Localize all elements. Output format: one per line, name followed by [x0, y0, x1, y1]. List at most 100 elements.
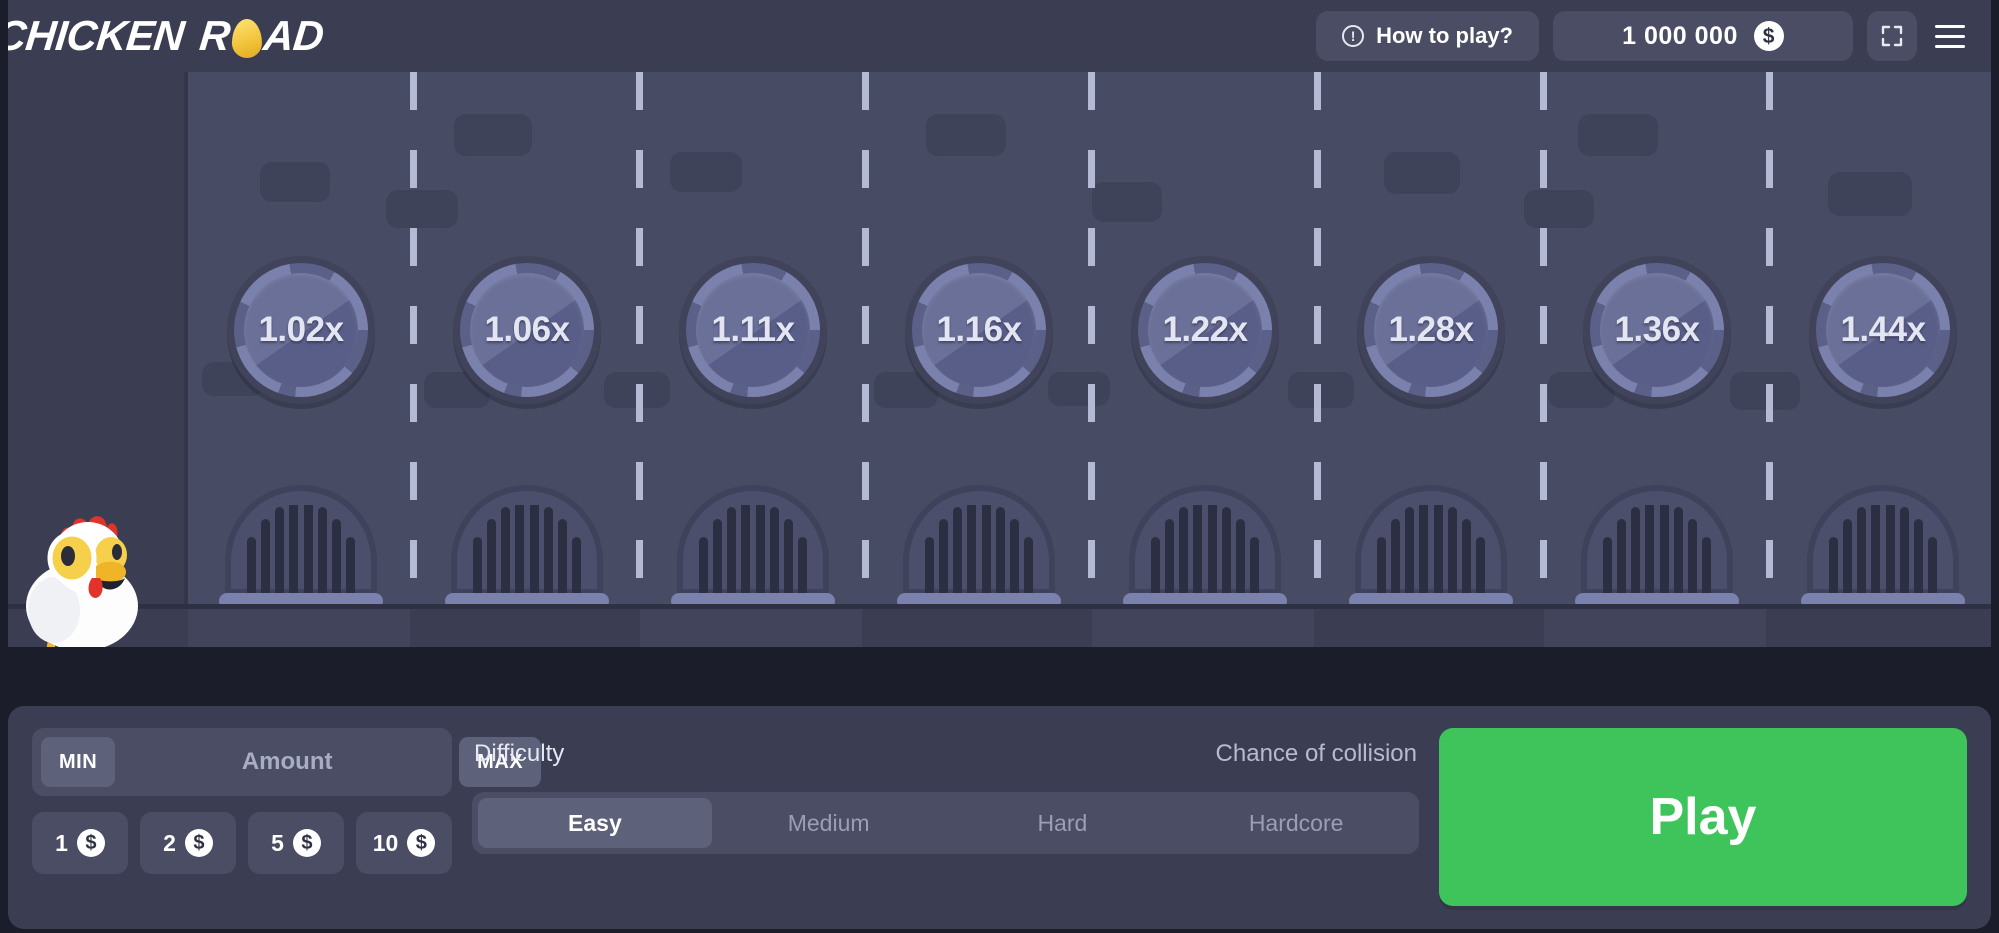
play-button[interactable]: Play [1439, 728, 1967, 906]
road-patch [670, 152, 742, 192]
page-edge-left [0, 0, 8, 933]
balance-display[interactable]: 1 000 000 $ [1553, 11, 1853, 61]
road-lane[interactable]: 1.22x [1048, 72, 1318, 647]
gate-bar [981, 505, 991, 595]
multiplier-token[interactable]: 1.44x [1809, 256, 1957, 404]
multiplier-token[interactable]: 1.06x [453, 256, 601, 404]
difficulty-option-easy[interactable]: Easy [478, 798, 712, 848]
gate-bar [1461, 519, 1471, 595]
gate-bar [1659, 505, 1669, 595]
multiplier-token[interactable]: 1.02x [227, 256, 375, 404]
road-patch [1524, 190, 1594, 228]
gate-bar [1913, 519, 1923, 595]
quick-bet-button[interactable]: 10 $ [356, 812, 452, 874]
gate-bars [1603, 505, 1711, 595]
multiplier-token[interactable]: 1.22x [1131, 256, 1279, 404]
gate-bars [1829, 505, 1937, 595]
gate-bar [261, 519, 271, 595]
gate-bar [1023, 537, 1033, 595]
road-patch [260, 162, 330, 202]
road-lane[interactable]: 1.02x [188, 72, 414, 647]
logo-road-prefix: R [197, 12, 233, 59]
gate-bar [1207, 505, 1217, 595]
gate-bar [1701, 537, 1711, 595]
road-lane[interactable]: 1.06x [386, 72, 640, 647]
road-gate [219, 485, 383, 609]
fullscreen-button[interactable] [1867, 11, 1917, 61]
gate-bar [1165, 519, 1175, 595]
road-patch [386, 190, 458, 228]
gate-bar [1631, 507, 1641, 595]
multiplier-token[interactable]: 1.16x [905, 256, 1053, 404]
road-lane[interactable]: 1.36x [1524, 72, 1770, 647]
difficulty-switch: Easy Medium Hard Hardcore [472, 792, 1419, 854]
gate-bar [1871, 505, 1881, 595]
dollar-coin-icon: $ [1753, 21, 1784, 51]
quick-bet-button[interactable]: 5 $ [248, 812, 344, 874]
logo-word-chicken: CHICKEN [0, 12, 187, 59]
gate-bar [925, 537, 934, 595]
gate-bars [1377, 505, 1485, 595]
logo-word-road: R AD [197, 12, 325, 60]
gate-bar [1857, 507, 1867, 595]
how-to-play-button[interactable]: How to play? [1316, 11, 1539, 61]
gate-bar [515, 505, 525, 595]
difficulty-option-hardcore[interactable]: Hardcore [1179, 798, 1413, 848]
gate-bar [1617, 519, 1627, 595]
dollar-coin-icon: $ [184, 829, 213, 857]
road-patch [1288, 372, 1354, 408]
bet-amount-input[interactable] [123, 737, 452, 787]
lane-divider [410, 72, 417, 647]
multiplier-token[interactable]: 1.28x [1357, 256, 1505, 404]
gate-bar [543, 507, 553, 595]
dollar-coin-icon: $ [407, 829, 436, 857]
gate-bar [727, 507, 737, 595]
lane-divider [636, 72, 643, 647]
gate-bars [247, 505, 355, 595]
difficulty-option-medium[interactable]: Medium [712, 798, 946, 848]
gate-bars [925, 505, 1033, 595]
gate-bar [303, 505, 313, 595]
quick-bet-value: 10 [372, 829, 399, 856]
gate-bar [1829, 537, 1838, 595]
egg-icon [231, 18, 262, 58]
road-lane[interactable]: 1.11x [604, 72, 866, 647]
hamburger-menu-icon[interactable] [1935, 11, 1981, 61]
lane-divider [1766, 72, 1773, 647]
road-gate [1801, 485, 1965, 609]
multiplier-token[interactable]: 1.36x [1583, 256, 1731, 404]
gate-bar [557, 519, 567, 595]
difficulty-block: Difficulty Chance of collision Easy Mediu… [472, 728, 1419, 854]
gate-bar [769, 507, 779, 595]
road-lane[interactable]: 1.16x [866, 72, 1092, 647]
quick-bet-button[interactable]: 2 $ [140, 812, 236, 874]
curb-segment [1770, 609, 1992, 647]
gate-bar [529, 505, 539, 595]
quick-bet-button[interactable]: 1 $ [32, 812, 128, 874]
difficulty-option-hard[interactable]: Hard [946, 798, 1180, 848]
multiplier-token[interactable]: 1.11x [679, 256, 827, 404]
bet-min-button[interactable]: MIN [41, 737, 116, 787]
lane-divider [1540, 72, 1547, 647]
dollar-coin-icon: $ [76, 829, 105, 857]
gate-bar [1885, 505, 1895, 595]
difficulty-label: Difficulty [474, 740, 565, 767]
app-header: CHICKEN R AD How to play? 1 000 000 $ [0, 0, 1999, 72]
road-lane[interactable]: 1.28x [1288, 72, 1544, 647]
gate-bar [1405, 507, 1415, 595]
road-lane[interactable]: 1.44x [1730, 72, 1996, 647]
gate-bar [699, 537, 708, 595]
gate-bar [1377, 537, 1386, 595]
difficulty-labels-row: Difficulty Chance of collision [472, 728, 1419, 776]
gate-bar [247, 537, 256, 595]
road-gate [1123, 485, 1287, 609]
road-bottom-line [0, 604, 1999, 609]
app-logo: CHICKEN R AD [0, 12, 326, 60]
gate-bar [275, 507, 285, 595]
gate-bar [741, 505, 751, 595]
sidewalk-edge [184, 72, 188, 647]
gate-bar [1235, 519, 1245, 595]
page-edge-right [1991, 0, 1999, 933]
quick-bet-value: 5 [271, 829, 284, 856]
gate-bar [1899, 507, 1909, 595]
